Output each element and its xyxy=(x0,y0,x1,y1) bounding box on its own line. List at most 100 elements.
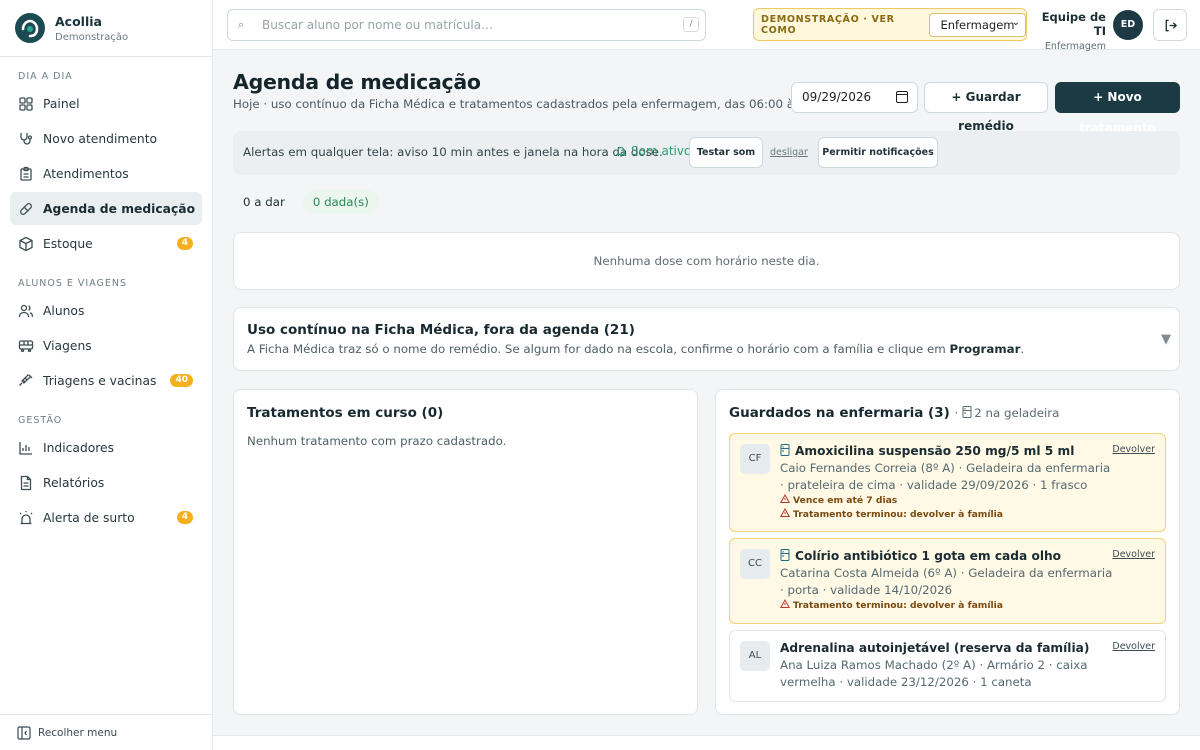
logout-button[interactable] xyxy=(1153,9,1187,41)
box-icon xyxy=(18,236,34,252)
section-label-dia-a-dia: DIA A DIA xyxy=(18,71,73,82)
medicine-detail: Caio Fernandes Correia (8º A) · Geladeir… xyxy=(780,461,1111,492)
expiry-warning: Vence em até 7 dias xyxy=(779,493,897,506)
brand[interactable]: Acollia Demonstração xyxy=(0,0,212,57)
logout-icon xyxy=(1165,19,1177,31)
tab-given[interactable]: 0 dada(s) xyxy=(302,190,379,214)
search-input[interactable] xyxy=(262,18,705,32)
sidebar-item-triagens-e-vacinas[interactable]: Triagens e vacinas 40 xyxy=(10,364,202,397)
page-subtitle: Hoje · uso contínuo da Ficha Médica e tr… xyxy=(233,97,842,111)
sidebar-item-indicadores[interactable]: Indicadores xyxy=(10,431,202,464)
section-label-gestao: GESTÃO xyxy=(18,415,63,426)
sidebar-item-label: Relatórios xyxy=(43,475,105,490)
view-as-role-select[interactable]: Enfermagem ⌄ xyxy=(929,12,1026,37)
student-initials-avatar: CF xyxy=(740,444,770,474)
brand-name: Acollia xyxy=(55,13,102,29)
logo-icon xyxy=(15,13,45,43)
siren-icon xyxy=(18,510,34,526)
sidebar-item-label: Viagens xyxy=(43,338,92,353)
student-initials-avatar: CC xyxy=(740,549,770,579)
stored-medicine-item: AL Adrenalina autoinjetável (reserva da … xyxy=(729,630,1166,702)
bar-chart-icon xyxy=(18,440,34,456)
student-initials-avatar: AL xyxy=(740,641,770,671)
sidebar-item-label: Alunos xyxy=(43,303,85,318)
sidebar-item-label: Novo atendimento xyxy=(43,131,158,146)
grid-icon xyxy=(18,96,34,112)
fridge-icon xyxy=(780,549,790,561)
warning-icon xyxy=(779,493,791,503)
fridge-icon xyxy=(962,406,972,418)
sidebar-item-novo-atendimento[interactable]: Novo atendimento xyxy=(10,122,202,155)
sidebar-item-label: Triagens e vacinas xyxy=(43,373,157,388)
return-link[interactable]: Devolver xyxy=(1112,444,1155,455)
treatments-title: Tratamentos em curso (0) xyxy=(247,405,444,421)
page-title: Agenda de medicação xyxy=(233,70,481,94)
expand-caret-icon[interactable]: ▼ xyxy=(1161,332,1171,347)
sidebar-item-label: Painel xyxy=(43,96,80,111)
pill-icon xyxy=(18,201,34,217)
view-as-role-value: Enfermagem xyxy=(940,17,1015,32)
sound-status-label: Som ativo xyxy=(631,144,692,158)
users-icon xyxy=(18,303,34,319)
disable-sound-link[interactable]: desligar xyxy=(770,147,808,158)
clipboard-icon xyxy=(18,166,34,182)
sidebar-item-agenda-de-medicacao[interactable]: Agenda de medicação xyxy=(10,192,202,225)
sidebar-item-label: Atendimentos xyxy=(43,166,129,181)
stored-medicines-title: Guardados na enfermaria (3) · 2 na gelade… xyxy=(729,405,1060,421)
calendar-icon[interactable] xyxy=(896,91,908,103)
demo-label: DEMONSTRAÇÃO · VER COMO xyxy=(761,13,895,36)
chevron-down-icon: ⌄ xyxy=(1011,16,1020,28)
alerts-description: Alertas em qualquer tela: aviso 10 min a… xyxy=(243,145,663,159)
date-picker[interactable]: 09/29/2026 xyxy=(791,82,918,113)
allow-notifications-button[interactable]: Permitir notificações xyxy=(818,137,938,168)
bell-icon xyxy=(615,146,627,157)
stored-medicines-card: Guardados na enfermaria (3) · 2 na gelade… xyxy=(715,389,1180,715)
new-treatment-button[interactable]: + Novo tratamento xyxy=(1055,82,1180,135)
return-link[interactable]: Devolver xyxy=(1112,549,1155,560)
sidebar-item-viagens[interactable]: Viagens xyxy=(10,329,202,362)
stethoscope-icon xyxy=(18,131,34,147)
sidebar-item-painel[interactable]: Painel xyxy=(10,87,202,120)
sidebar-item-atendimentos[interactable]: Atendimentos xyxy=(10,157,202,190)
date-value: 09/29/2026 xyxy=(802,90,872,104)
collapse-menu-label: Recolher menu xyxy=(38,726,118,739)
return-link[interactable]: Devolver xyxy=(1112,641,1155,652)
return-warning: Tratamento terminou: devolver à família xyxy=(779,507,1003,520)
sound-status: Som ativo xyxy=(615,144,691,158)
sidebar-collapse-icon xyxy=(17,725,31,740)
tab-to-give[interactable]: 0 a dar xyxy=(233,190,295,214)
bus-icon xyxy=(18,338,34,354)
sidebar-item-label: Alerta de surto xyxy=(43,510,135,525)
continuous-use-card[interactable]: Uso contínuo na Ficha Médica, fora da ag… xyxy=(233,307,1180,371)
top-header: ⌕ / DEMONSTRAÇÃO · VER COMO Enfermagem ⌄… xyxy=(213,0,1200,52)
file-icon xyxy=(18,475,34,491)
empty-schedule-message: Nenhuma dose com horário neste dia. xyxy=(593,254,820,268)
stored-medicine-item: CF Amoxicilina suspensão 250 mg/5 ml 5 m… xyxy=(729,433,1166,532)
alerts-settings-bar: Alertas em qualquer tela: aviso 10 min a… xyxy=(233,131,1180,175)
sidebar-item-label: Estoque xyxy=(43,236,93,251)
avatar[interactable]: ED xyxy=(1113,10,1143,40)
sidebar-item-alunos[interactable]: Alunos xyxy=(10,294,202,327)
brand-subtitle: Demonstração xyxy=(55,31,129,43)
test-sound-button[interactable]: Testar som xyxy=(689,137,763,168)
search-box[interactable]: ⌕ / xyxy=(227,9,706,41)
warning-icon xyxy=(779,598,791,608)
sidebar-item-alerta-de-surto[interactable]: Alerta de surto 4 xyxy=(10,501,202,534)
fridge-count: · 2 na geladeira xyxy=(954,406,1060,420)
medicine-detail: Ana Luiza Ramos Machado (2º A) · Armário… xyxy=(780,658,1088,689)
sidebar-item-estoque[interactable]: Estoque 4 xyxy=(10,227,202,260)
search-shortcut-key: / xyxy=(683,17,699,32)
sidebar: Acollia Demonstração DIA A DIA Painel No… xyxy=(0,0,213,750)
count-badge: 4 xyxy=(176,237,193,250)
sidebar-item-label: Agenda de medicação xyxy=(43,201,196,216)
warning-icon xyxy=(779,507,791,517)
user-name: Equipe de TI xyxy=(1041,10,1106,38)
sidebar-item-relatorios[interactable]: Relatórios xyxy=(10,466,202,499)
user-role: Enfermagem xyxy=(1044,41,1106,52)
section-label-alunos-e-viagens: ALUNOS E VIAGENS xyxy=(18,278,128,289)
store-medicine-button[interactable]: + Guardar remédio xyxy=(924,82,1048,133)
programar-keyword: Programar xyxy=(949,342,1021,356)
collapse-menu-button[interactable]: Recolher menu xyxy=(0,714,212,750)
user-info: Equipe de TI Enfermagem xyxy=(1038,10,1106,52)
fridge-icon xyxy=(780,444,790,456)
